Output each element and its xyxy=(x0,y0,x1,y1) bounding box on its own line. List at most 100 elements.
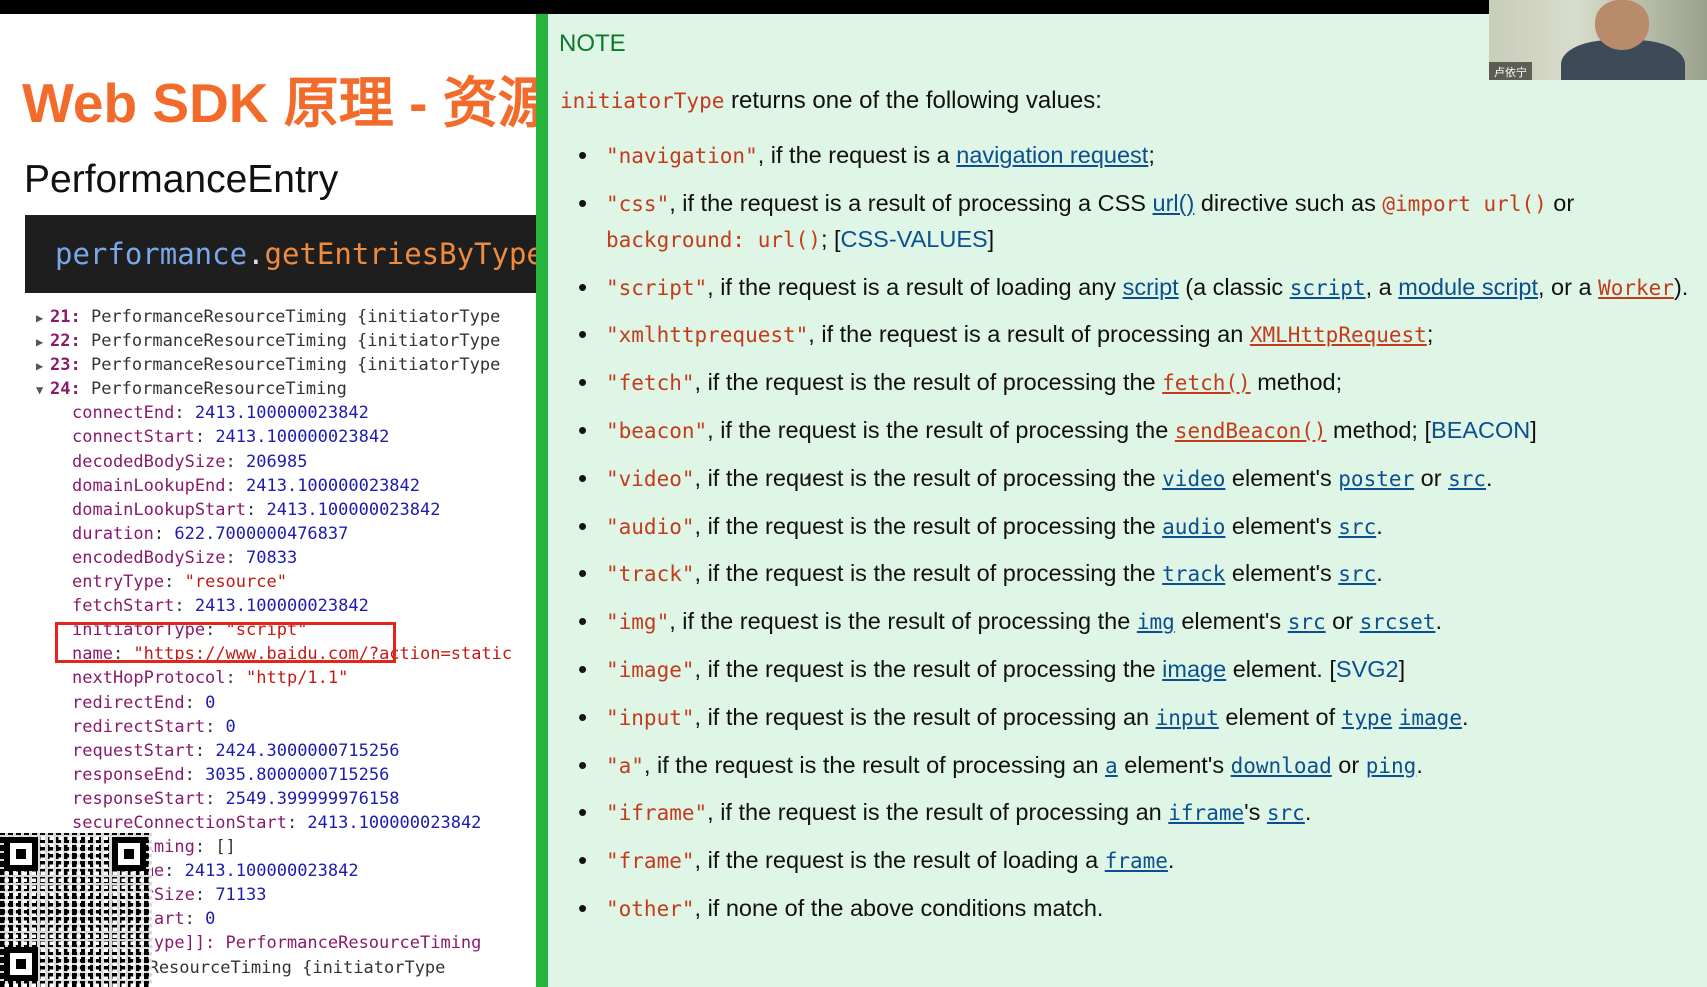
item-text: , if the request is the result of proces… xyxy=(643,751,1106,778)
initiator-type-item: "beacon", if the request is the result o… xyxy=(568,413,1693,449)
property-value: 0 xyxy=(225,716,236,737)
code-link[interactable]: poster xyxy=(1338,467,1414,491)
value-code: "image" xyxy=(606,657,695,682)
code-link[interactable]: a xyxy=(1105,754,1118,778)
property-row: duration: 622.7000000476837 xyxy=(36,522,512,546)
code-link[interactable]: src xyxy=(1338,562,1376,586)
item-text: ). xyxy=(1673,273,1689,300)
property-value: 2549.399999976158 xyxy=(225,788,400,809)
initiator-type-item: "script", if the request is a result of … xyxy=(568,270,1693,306)
code-link[interactable]: type xyxy=(1342,706,1393,730)
initiator-type-item: "navigation", if the request is a naviga… xyxy=(568,138,1693,174)
spec-link[interactable]: image xyxy=(1162,656,1226,682)
code-object: performance xyxy=(55,237,248,271)
item-text: element. [ xyxy=(1226,655,1336,682)
property-colon: : xyxy=(225,547,247,568)
item-text: element's xyxy=(1117,751,1231,778)
code-link[interactable]: download xyxy=(1231,754,1332,778)
property-value: 2413.100000023842 xyxy=(194,403,369,424)
item-text: method; [ xyxy=(1326,416,1432,443)
console-row-collapsed[interactable]: ▶ 22: PerformanceResourceTiming {initiato… xyxy=(36,329,512,353)
spec-link[interactable]: navigation request xyxy=(956,142,1148,168)
value-code: "xmlhttprequest" xyxy=(606,323,809,348)
initiator-type-item: "fetch", if the request is the result of… xyxy=(568,365,1693,401)
value-code: "beacon" xyxy=(606,418,708,443)
api-link[interactable]: sendBeacon() xyxy=(1175,419,1327,443)
code-link[interactable]: srcset xyxy=(1360,610,1436,634)
expand-arrow-icon: ▶ xyxy=(36,335,44,350)
code-link[interactable]: video xyxy=(1162,467,1225,491)
api-link[interactable]: Worker xyxy=(1598,276,1674,300)
console-row-expanded[interactable]: ▼ 24: PerformanceResourceTiming xyxy=(36,377,512,401)
face-icon xyxy=(1595,0,1649,50)
property-key: entryType xyxy=(72,572,165,593)
value-code: "frame" xyxy=(606,849,695,874)
value-code: "track" xyxy=(606,562,695,587)
property-key: redirectStart xyxy=(72,716,206,737)
intro-code: initiatorType xyxy=(560,89,725,113)
property-colon: : xyxy=(194,885,216,906)
value-code: background: url() xyxy=(606,227,821,252)
code-link[interactable]: image xyxy=(1399,706,1462,730)
code-link[interactable]: frame xyxy=(1105,849,1168,873)
code-dot: . xyxy=(247,237,265,271)
property-key: decodedBodySize xyxy=(72,451,226,472)
code-link[interactable]: track xyxy=(1162,562,1225,586)
api-link[interactable]: XMLHttpRequest xyxy=(1250,323,1427,347)
panel-divider xyxy=(536,14,548,987)
initiator-type-item: "audio", if the request is the result of… xyxy=(568,509,1693,545)
item-text: element of xyxy=(1218,703,1342,730)
initiator-type-item: "xmlhttprequest", if the request is a re… xyxy=(568,317,1693,353)
entry-summary: PerformanceResourceTiming {initiatorType xyxy=(80,307,501,327)
code-link[interactable]: audio xyxy=(1162,515,1225,539)
property-value: 206985 xyxy=(246,451,308,472)
reference-link[interactable]: CSS-VALUES xyxy=(841,226,988,252)
code-link[interactable]: input xyxy=(1156,706,1219,730)
code-link[interactable]: iframe xyxy=(1168,801,1244,825)
initiator-type-item: "a", if the request is the result of pro… xyxy=(568,748,1693,784)
console-row-collapsed[interactable]: ▶ 23: PerformanceResourceTiming {initiato… xyxy=(36,353,512,377)
qr-finder-icon xyxy=(112,837,146,871)
code-link[interactable]: img xyxy=(1137,610,1175,634)
item-text: , if the request is the result of proces… xyxy=(694,512,1163,539)
qr-finder-icon xyxy=(4,837,38,871)
slide-subtitle: PerformanceEntry xyxy=(24,158,339,201)
entry-summary: PerformanceResourceTiming {initiatorType xyxy=(80,355,501,376)
property-colon: : xyxy=(174,403,195,424)
slide-title: Web SDK 原理 - 资源 xyxy=(22,72,538,134)
reference-link[interactable]: BEACON xyxy=(1431,417,1530,443)
spec-link[interactable]: url() xyxy=(1153,190,1195,216)
code-link[interactable]: src xyxy=(1338,515,1376,539)
console-row-collapsed[interactable]: ▶ 21: PerformanceResourceTiming {initiato… xyxy=(36,305,512,329)
value-code: "other" xyxy=(606,896,695,921)
top-bar xyxy=(0,0,1707,14)
code-link[interactable]: src xyxy=(1448,467,1486,491)
entry-index: 21: xyxy=(50,307,81,327)
item-text: . xyxy=(1376,560,1383,587)
item-text: . xyxy=(1461,703,1469,730)
code-link[interactable]: src xyxy=(1288,610,1326,634)
property-value: 3035.8000000715256 xyxy=(205,764,390,785)
code-link[interactable]: script xyxy=(1290,276,1366,300)
property-row: connectEnd: 2413.100000023842 xyxy=(36,401,512,425)
item-text: , if the request is the result of proces… xyxy=(694,703,1156,730)
reference-link[interactable]: SVG2 xyxy=(1336,656,1399,682)
property-colon: : xyxy=(205,716,226,737)
property-key: connectEnd xyxy=(72,403,175,424)
spec-link[interactable]: script xyxy=(1123,274,1179,300)
value-code: "audio" xyxy=(606,514,695,539)
item-text: , if the request is a result of processi… xyxy=(669,189,1153,216)
property-value: "http/1.1" xyxy=(246,668,349,689)
code-link[interactable]: ping xyxy=(1366,754,1417,778)
api-link[interactable]: fetch() xyxy=(1162,371,1251,395)
property-colon: : xyxy=(225,451,247,472)
property-colon: : xyxy=(174,596,195,617)
initiator-type-item: "input", if the request is the result of… xyxy=(568,700,1693,736)
property-key: nextHopProtocol xyxy=(72,668,226,689)
item-text: element's xyxy=(1225,464,1339,491)
code-link[interactable]: src xyxy=(1267,801,1305,825)
spec-link[interactable]: module script xyxy=(1398,274,1538,300)
item-text: ; xyxy=(1426,321,1434,348)
property-key: domainLookupStart xyxy=(72,499,246,520)
property-value: 2413.100000023842 xyxy=(184,861,359,882)
